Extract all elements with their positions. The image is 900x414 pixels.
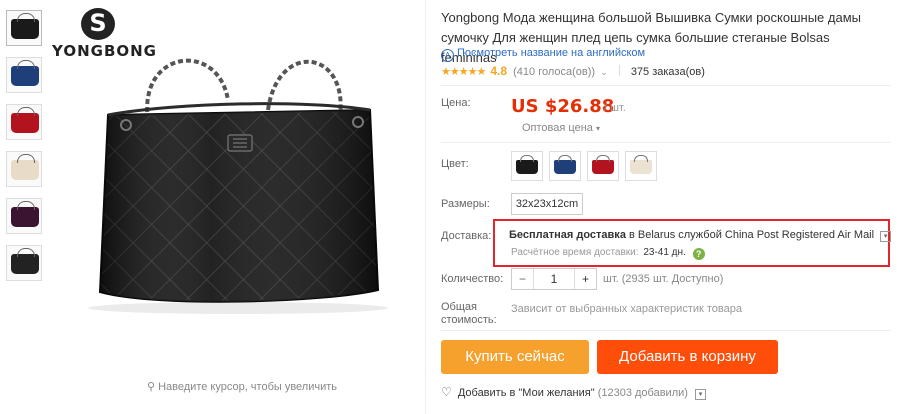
shipping-method[interactable]: Бесплатная доставка в Belarus службой Ch… <box>509 229 892 242</box>
thumbnail-4[interactable] <box>6 151 42 187</box>
shipping-label: Доставка: <box>441 230 492 242</box>
bag-swatch-icon <box>630 155 652 174</box>
wholesale-price-dropdown[interactable]: Оптовая цена ▾ <box>522 122 600 134</box>
price-unit: / шт. <box>604 102 626 114</box>
quilted-handbag-image <box>88 58 388 314</box>
bag-thumbnail-icon <box>11 107 39 133</box>
add-to-cart-button[interactable]: Добавить в корзину <box>597 340 778 374</box>
wholesale-price-text: Оптовая цена <box>522 122 593 134</box>
bag-thumbnail-icon <box>11 248 39 274</box>
wishlist-link[interactable]: ♡ Добавить в "Мои желания" (12303 добави… <box>441 385 706 400</box>
color-option-beige[interactable] <box>625 151 657 181</box>
quantity-decrease-button[interactable]: − <box>512 269 534 289</box>
shipping-destination: в Belarus службой China Post Registered … <box>629 229 875 241</box>
size-option[interactable]: 32x23x12cm <box>511 193 583 215</box>
price-label: Цена: <box>441 97 471 109</box>
quantity-stepper: − 1 + <box>511 268 597 290</box>
chevron-down-icon[interactable]: ▾ <box>695 389 706 400</box>
help-icon[interactable]: ? <box>692 248 705 260</box>
zoom-hint-text: Наведите курсор, чтобы увеличить <box>158 381 338 393</box>
divider <box>618 65 620 76</box>
color-option-black[interactable] <box>511 151 543 181</box>
quantity-increase-button[interactable]: + <box>574 269 596 289</box>
bag-thumbnail-icon <box>11 13 39 39</box>
panel-divider <box>425 0 426 414</box>
buy-now-button[interactable]: Купить сейчас <box>441 340 589 374</box>
main-product-image[interactable]: YONGBONG ⚲ <box>52 0 422 414</box>
quantity-available: шт. (2935 шт. Доступно) <box>603 273 724 285</box>
bag-thumbnail-icon <box>11 201 39 227</box>
price-value: US $26.88 <box>511 96 615 117</box>
bag-swatch-icon <box>592 155 614 174</box>
chevron-down-icon: ▾ <box>595 124 600 133</box>
thumbnail-list <box>6 10 46 292</box>
translate-link[interactable]: A Посмотреть название на английском <box>441 47 645 62</box>
orders-count: 375 заказа(ов) <box>630 66 705 78</box>
size-label: Размеры: <box>441 198 490 210</box>
divider <box>441 85 891 86</box>
delivery-time-label: Расчётное время доставки: <box>511 247 639 258</box>
thumbnail-6[interactable] <box>6 245 42 281</box>
thumbnail-1[interactable] <box>6 10 42 46</box>
color-option-red[interactable] <box>587 151 619 181</box>
rating-row: ★★★★★ 4.8 (410 голоса(ов)) ⌄ 375 заказа(… <box>441 64 705 78</box>
total-price-text: Зависит от выбранных характеристик товар… <box>511 303 742 315</box>
chevron-down-icon[interactable]: ▾ <box>880 231 892 242</box>
delivery-time: Расчётное время доставки: 23-41 дн. ? <box>511 247 705 260</box>
quantity-label: Количество: <box>441 273 504 285</box>
thumbnail-2[interactable] <box>6 57 42 93</box>
translate-link-text: Посмотреть название на английском <box>457 47 646 59</box>
thumbnail-5[interactable] <box>6 198 42 234</box>
brand-logo-icon <box>81 8 115 40</box>
rating-stars: ★★★★★ <box>441 66 486 78</box>
divider <box>441 330 891 331</box>
rating-value: 4.8 <box>490 64 508 78</box>
bag-swatch-icon <box>516 155 538 174</box>
thumbnail-3[interactable] <box>6 104 42 140</box>
bag-thumbnail-icon <box>11 60 39 86</box>
rating-votes-link[interactable]: (410 голоса(ов)) <box>513 66 595 78</box>
total-label-line2: стоимость: <box>441 314 497 326</box>
color-label: Цвет: <box>441 158 469 170</box>
bag-thumbnail-icon <box>11 154 39 180</box>
total-label-line1: Общая <box>441 301 477 313</box>
wishlist-text: Добавить в "Мои желания" <box>457 387 595 399</box>
chevron-down-icon[interactable]: ⌄ <box>600 67 608 77</box>
color-option-blue[interactable] <box>549 151 581 181</box>
free-shipping-text: Бесплатная доставка <box>509 229 626 241</box>
quantity-input[interactable]: 1 <box>534 269 574 289</box>
total-label: Общая стоимость: <box>441 301 497 327</box>
wishlist-count: (12303 добавили) <box>597 387 688 399</box>
heart-icon: ♡ <box>441 385 452 399</box>
delivery-time-value: 23-41 дн. <box>643 247 686 258</box>
bag-swatch-icon <box>554 155 576 174</box>
zoom-hint: ⚲ Наведите курсор, чтобы увеличить <box>142 380 342 393</box>
translate-icon: A <box>441 49 454 62</box>
magnifier-icon: ⚲ <box>146 381 156 393</box>
divider <box>441 142 891 143</box>
